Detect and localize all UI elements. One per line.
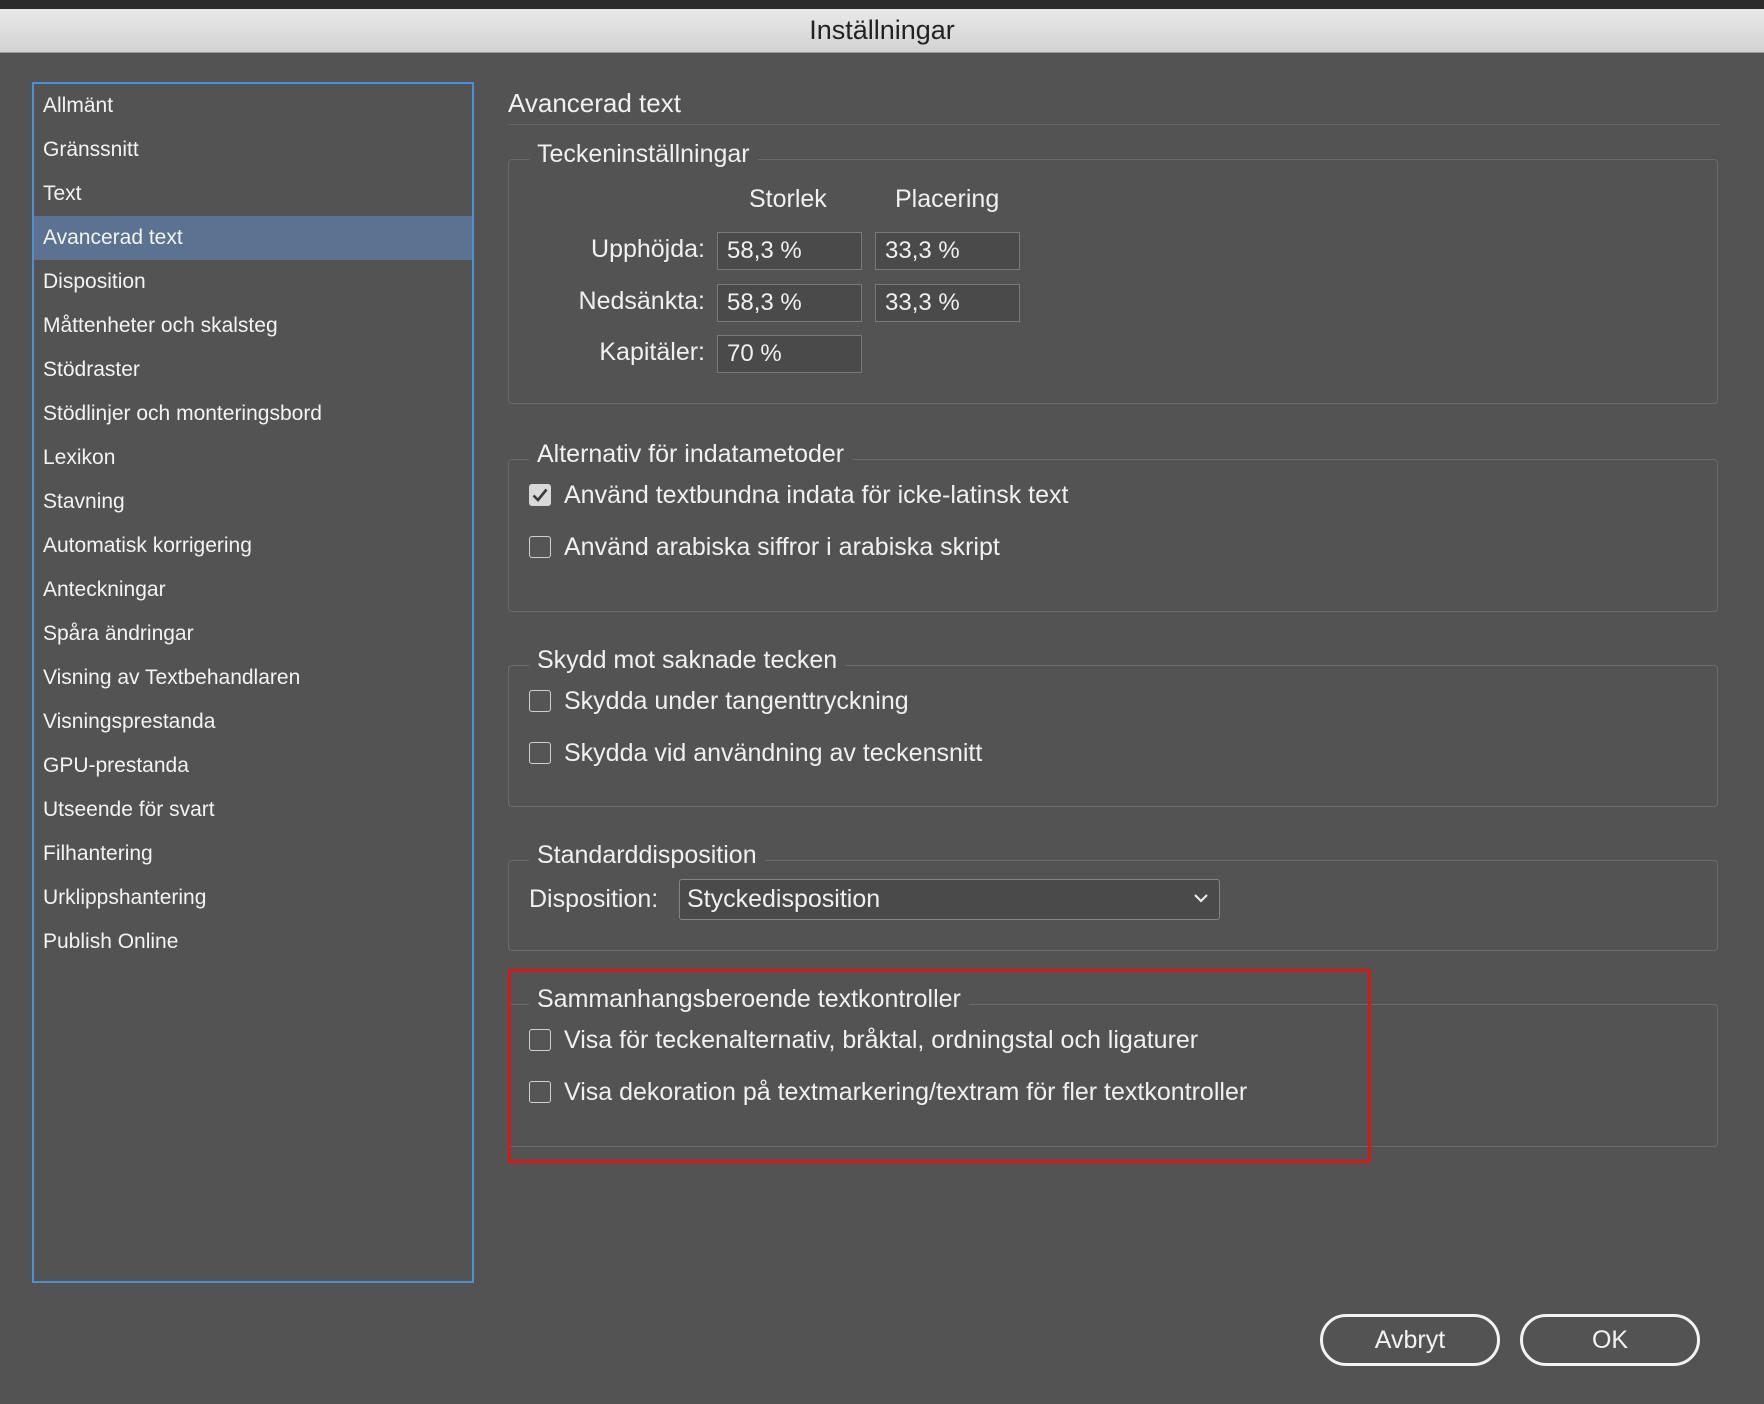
sidebar-item-units-increments[interactable]: Måttenheter och skalsteg bbox=[34, 304, 472, 348]
missing-glyph-group: Skydd mot saknade tecken Skydda under ta… bbox=[508, 646, 1718, 807]
sidebar-item-file-handling[interactable]: Filhantering bbox=[34, 832, 472, 876]
inline-input-label: Använd textbundna indata för icke-latins… bbox=[564, 480, 1069, 509]
show-alternates-checkbox[interactable] bbox=[529, 1029, 551, 1051]
sidebar-item-gpu-performance[interactable]: GPU-prestanda bbox=[34, 744, 472, 788]
arabic-digits-label: Använd arabiska siffror i arabiska skrip… bbox=[564, 532, 1000, 561]
contextual-controls-legend: Sammanhangsberoende textkontroller bbox=[529, 985, 969, 1014]
show-alternates-label: Visa för teckenalternativ, bråktal, ordn… bbox=[564, 1025, 1199, 1054]
sidebar-item-dictionary[interactable]: Lexikon bbox=[34, 436, 472, 480]
character-settings-group: Teckeninställningar Storlek Placering Up… bbox=[508, 140, 1718, 404]
composer-label: Disposition: bbox=[529, 885, 659, 913]
missing-glyph-legend: Skydd mot saknade tecken bbox=[529, 646, 846, 675]
input-method-legend: Alternativ för indatametoder bbox=[529, 440, 853, 469]
composer-select[interactable]: Styckedisposition bbox=[679, 879, 1220, 920]
sidebar-item-story-editor-display[interactable]: Visning av Textbehandlaren bbox=[34, 656, 472, 700]
inline-input-option[interactable]: Använd textbundna indata för icke-latins… bbox=[529, 480, 1068, 510]
show-alternates-option[interactable]: Visa för teckenalternativ, bråktal, ordn… bbox=[529, 1025, 1198, 1055]
default-composer-legend: Standarddisposition bbox=[529, 841, 765, 870]
arabic-digits-checkbox[interactable] bbox=[529, 536, 551, 558]
superscript-label: Upphöjda: bbox=[591, 235, 705, 263]
protect-typing-checkbox[interactable] bbox=[529, 690, 551, 712]
small-caps-size-field[interactable]: 70 % bbox=[717, 335, 862, 373]
sidebar-item-composition[interactable]: Disposition bbox=[34, 260, 472, 304]
sidebar-item-clipboard-handling[interactable]: Urklippshantering bbox=[34, 876, 472, 920]
inline-input-checkbox[interactable] bbox=[529, 484, 551, 506]
subscript-size-field[interactable]: 58,3 % bbox=[717, 284, 862, 322]
sidebar-item-notes[interactable]: Anteckningar bbox=[34, 568, 472, 612]
contextual-controls-group: Sammanhangsberoende textkontroller Visa … bbox=[508, 985, 1718, 1147]
chevron-down-icon bbox=[1194, 894, 1208, 903]
window-title: Inställningar bbox=[0, 9, 1764, 53]
position-column-header: Placering bbox=[895, 185, 1000, 213]
character-settings-legend: Teckeninställningar bbox=[529, 140, 758, 169]
sidebar-item-autocorrect[interactable]: Automatisk korrigering bbox=[34, 524, 472, 568]
checkmark-icon bbox=[532, 488, 548, 502]
preferences-panel: Avancerad text Teckeninställningar Storl… bbox=[508, 82, 1724, 1182]
sidebar-item-general[interactable]: Allmänt bbox=[34, 84, 472, 128]
arabic-digits-option[interactable]: Använd arabiska siffror i arabiska skrip… bbox=[529, 532, 1000, 562]
small-caps-label: Kapitäler: bbox=[599, 338, 705, 366]
superscript-size-field[interactable]: 58,3 % bbox=[717, 232, 862, 270]
protect-font-checkbox[interactable] bbox=[529, 742, 551, 764]
input-method-group: Alternativ för indatametoder Använd text… bbox=[508, 440, 1718, 612]
ok-button[interactable]: OK bbox=[1520, 1314, 1700, 1366]
sidebar-item-spelling[interactable]: Stavning bbox=[34, 480, 472, 524]
title-divider bbox=[508, 124, 1720, 125]
sidebar-item-track-changes[interactable]: Spåra ändringar bbox=[34, 612, 472, 656]
protect-typing-option[interactable]: Skydda under tangenttryckning bbox=[529, 686, 909, 716]
sidebar-item-display-performance[interactable]: Visningsprestanda bbox=[34, 700, 472, 744]
protect-typing-label: Skydda under tangenttryckning bbox=[564, 686, 909, 715]
sidebar-item-publish-online[interactable]: Publish Online bbox=[34, 920, 472, 964]
protect-font-label: Skydda vid användning av teckensnitt bbox=[564, 738, 983, 767]
sidebar-item-guides-pasteboard[interactable]: Stödlinjer och monteringsbord bbox=[34, 392, 472, 436]
panel-title: Avancerad text bbox=[508, 88, 681, 118]
sidebar-item-advanced-type[interactable]: Avancerad text bbox=[34, 216, 472, 260]
sidebar-item-type[interactable]: Text bbox=[34, 172, 472, 216]
superscript-position-field[interactable]: 33,3 % bbox=[875, 232, 1020, 270]
cancel-button[interactable]: Avbryt bbox=[1320, 1314, 1500, 1366]
subscript-label: Nedsänkta: bbox=[578, 287, 705, 315]
subscript-position-field[interactable]: 33,3 % bbox=[875, 284, 1020, 322]
sidebar-item-appearance-of-black[interactable]: Utseende för svart bbox=[34, 788, 472, 832]
preferences-sidebar[interactable]: Allmänt Gränssnitt Text Avancerad text D… bbox=[32, 82, 474, 1283]
show-decoration-label: Visa dekoration på textmarkering/textram… bbox=[564, 1077, 1248, 1106]
protect-font-option[interactable]: Skydda vid användning av teckensnitt bbox=[529, 738, 982, 768]
sidebar-item-grids[interactable]: Stödraster bbox=[34, 348, 472, 392]
composer-select-value: Styckedisposition bbox=[687, 885, 881, 913]
show-decoration-option[interactable]: Visa dekoration på textmarkering/textram… bbox=[529, 1077, 1247, 1107]
sidebar-item-interface[interactable]: Gränssnitt bbox=[34, 128, 472, 172]
default-composer-group: Standarddisposition Disposition: Stycked… bbox=[508, 841, 1718, 951]
show-decoration-checkbox[interactable] bbox=[529, 1081, 551, 1103]
size-column-header: Storlek bbox=[749, 185, 827, 213]
background-toolbar-strip bbox=[0, 0, 1764, 9]
